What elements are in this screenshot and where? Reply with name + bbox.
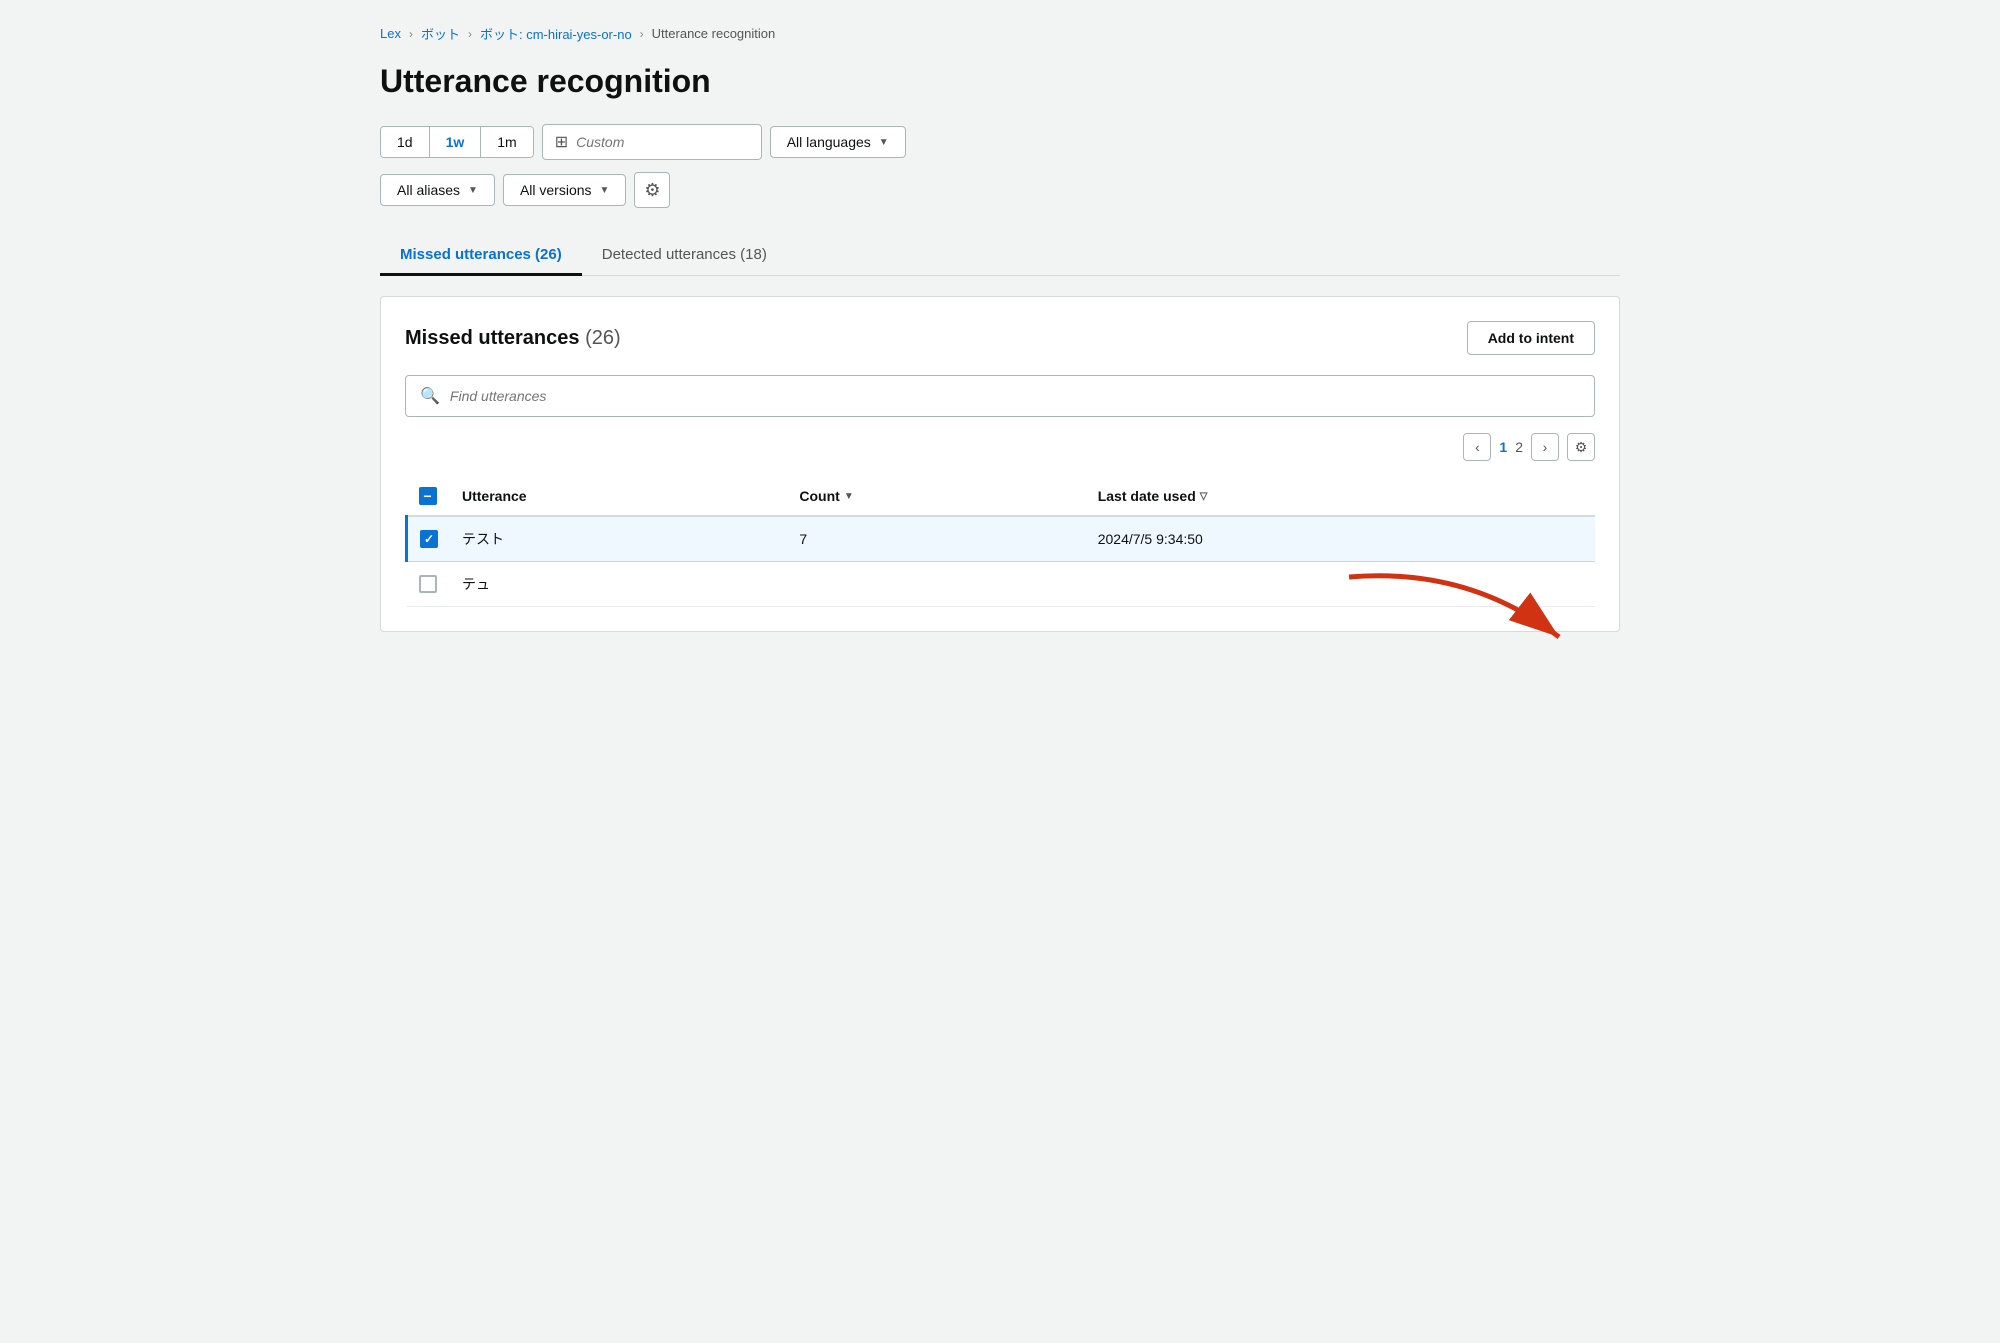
- pagination-prev-button[interactable]: ‹: [1463, 433, 1491, 461]
- row-2-count: [787, 562, 1085, 607]
- page-title: Utterance recognition: [380, 63, 1620, 100]
- custom-date-input-wrapper[interactable]: ⊞: [542, 124, 762, 160]
- breadcrumb-lex[interactable]: Lex: [380, 26, 401, 41]
- time-period-buttons: 1d 1w 1m: [380, 126, 534, 158]
- missed-utterances-card: Missed utterances (26) Add to intent 🔍 ‹…: [380, 296, 1620, 632]
- versions-dropdown[interactable]: All versions ▼: [503, 174, 627, 206]
- time-btn-1d[interactable]: 1d: [381, 127, 430, 157]
- utterances-table: Utterance Count ▼ Last date used ▽: [405, 477, 1595, 607]
- custom-date-input[interactable]: [576, 134, 736, 150]
- card-header: Missed utterances (26) Add to intent: [405, 321, 1595, 355]
- filter-bar-row1: 1d 1w 1m ⊞ All languages ▼: [380, 124, 1620, 160]
- page-num-1[interactable]: 1: [1499, 439, 1507, 455]
- aliases-dropdown-arrow: ▼: [468, 185, 478, 196]
- aliases-dropdown[interactable]: All aliases ▼: [380, 174, 495, 206]
- th-last-date[interactable]: Last date used ▽: [1086, 477, 1595, 516]
- versions-dropdown-arrow: ▼: [600, 185, 610, 196]
- pagination-row: ‹ 1 2 › ⚙: [405, 433, 1595, 461]
- table-header-row: Utterance Count ▼ Last date used ▽: [407, 477, 1596, 516]
- search-icon: 🔍: [420, 386, 440, 406]
- breadcrumb: Lex › ボット › ボット: cm-hirai-yes-or-no › Ut…: [380, 24, 1620, 43]
- row-1-utterance: テスト: [450, 516, 787, 562]
- time-btn-1w[interactable]: 1w: [430, 127, 482, 157]
- time-btn-1m[interactable]: 1m: [481, 127, 532, 157]
- breadcrumb-sep-3: ›: [640, 27, 644, 41]
- card-title-count: (26): [585, 327, 621, 349]
- tab-detected-utterances[interactable]: Detected utterances (18): [582, 236, 787, 276]
- row-2-checkbox-cell[interactable]: [407, 562, 451, 607]
- row-1-last-date: 2024/7/5 9:34:50: [1086, 516, 1595, 562]
- settings-gear-button[interactable]: ⚙: [634, 172, 670, 208]
- language-dropdown[interactable]: All languages ▼: [770, 126, 906, 158]
- utterance-tabs: Missed utterances (26) Detected utteranc…: [380, 236, 1620, 276]
- breadcrumb-current: Utterance recognition: [652, 26, 776, 41]
- row-2-checkbox[interactable]: [419, 575, 437, 593]
- th-utterance: Utterance: [450, 477, 787, 516]
- table-row: テスト 7 2024/7/5 9:34:50: [407, 516, 1596, 562]
- select-all-checkbox[interactable]: [419, 487, 437, 505]
- breadcrumb-sep-2: ›: [468, 27, 472, 41]
- page-num-2[interactable]: 2: [1515, 439, 1523, 455]
- breadcrumb-sep-1: ›: [409, 27, 413, 41]
- th-checkbox: [407, 477, 451, 516]
- lastdate-sort-arrow: ▽: [1200, 491, 1208, 502]
- breadcrumb-bot-name[interactable]: ボット: cm-hirai-yes-or-no: [480, 24, 632, 43]
- versions-dropdown-label: All versions: [520, 182, 592, 198]
- utterances-search-input[interactable]: [450, 388, 1580, 404]
- row-2-utterance: テュ: [450, 562, 787, 607]
- row-1-checkbox-cell[interactable]: [407, 516, 451, 562]
- count-sort-arrow: ▼: [844, 491, 854, 502]
- calendar-icon: ⊞: [555, 132, 568, 152]
- table-row: テュ: [407, 562, 1596, 607]
- row-2-last-date: [1086, 562, 1595, 607]
- breadcrumb-botto[interactable]: ボット: [421, 24, 460, 43]
- th-count[interactable]: Count ▼: [787, 477, 1085, 516]
- add-to-intent-button[interactable]: Add to intent: [1467, 321, 1595, 355]
- utterances-search-bar[interactable]: 🔍: [405, 375, 1595, 417]
- pagination-next-button[interactable]: ›: [1531, 433, 1559, 461]
- card-title: Missed utterances (26): [405, 327, 621, 350]
- language-dropdown-label: All languages: [787, 134, 871, 150]
- pagination-settings-button[interactable]: ⚙: [1567, 433, 1595, 461]
- filter-bar-row2: All aliases ▼ All versions ▼ ⚙: [380, 172, 1620, 208]
- row-1-checkbox[interactable]: [420, 530, 438, 548]
- row-1-count: 7: [787, 516, 1085, 562]
- aliases-dropdown-label: All aliases: [397, 182, 460, 198]
- language-dropdown-arrow: ▼: [879, 137, 889, 148]
- tab-missed-utterances[interactable]: Missed utterances (26): [380, 236, 582, 276]
